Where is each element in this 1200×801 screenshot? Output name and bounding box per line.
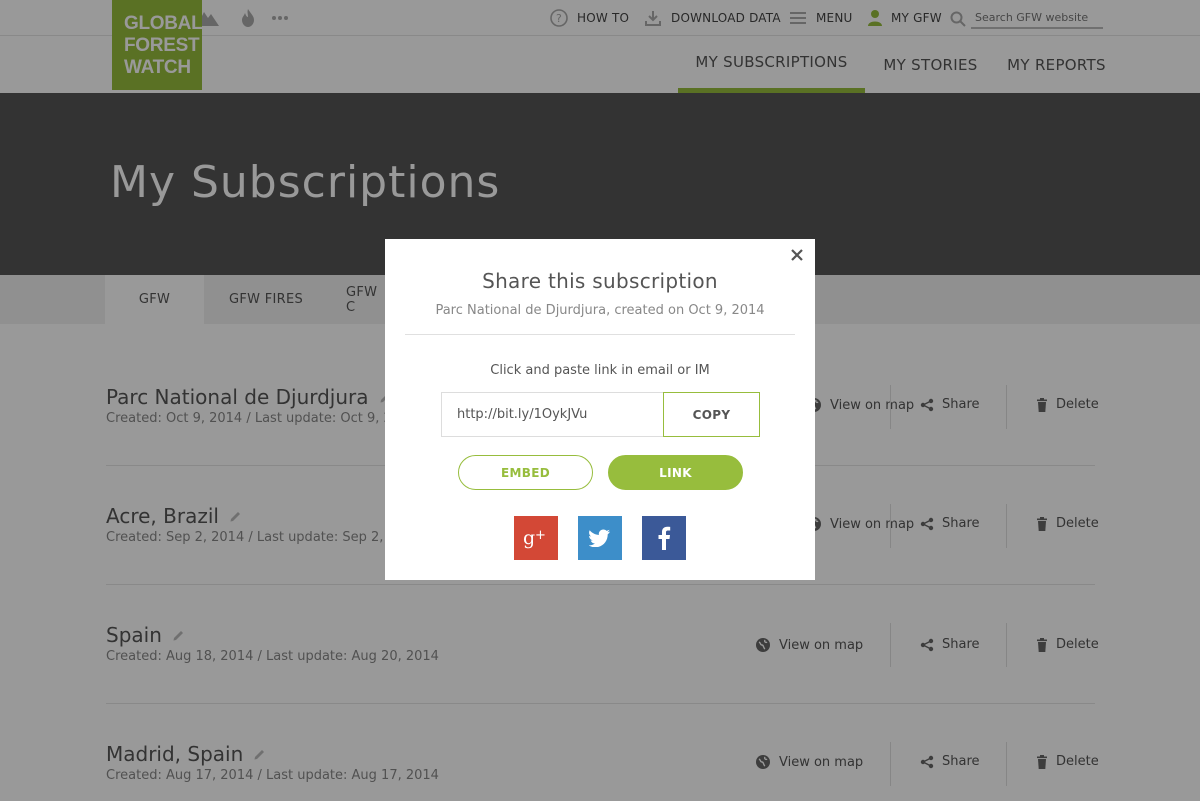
- copy-button[interactable]: COPY: [663, 392, 760, 437]
- svg-text:g: g: [523, 527, 535, 549]
- share-link-field[interactable]: [441, 392, 664, 437]
- twitter-button[interactable]: [578, 516, 622, 560]
- facebook-icon: [658, 526, 671, 550]
- share-instruction: Click and paste link in email or IM: [490, 363, 710, 378]
- facebook-button[interactable]: [642, 516, 686, 560]
- svg-text:+: +: [535, 528, 546, 543]
- divider: [405, 334, 795, 335]
- modal-title: Share this subscription: [482, 269, 718, 293]
- modal-subtitle: Parc National de Djurdjura, created on O…: [435, 303, 765, 318]
- twitter-icon: [589, 529, 610, 547]
- link-button[interactable]: LINK: [608, 455, 743, 490]
- embed-button[interactable]: EMBED: [458, 455, 593, 490]
- share-modal: Share this subscription Parc National de…: [385, 239, 815, 580]
- google-plus-icon: g +: [523, 527, 546, 549]
- google-plus-button[interactable]: g +: [514, 516, 558, 560]
- close-icon[interactable]: [789, 247, 805, 263]
